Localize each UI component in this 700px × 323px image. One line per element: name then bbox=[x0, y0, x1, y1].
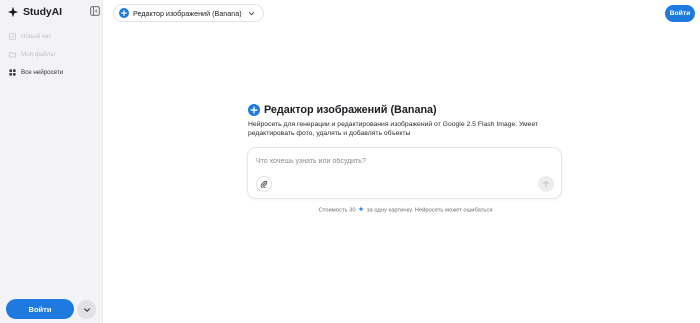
edit-icon bbox=[9, 32, 16, 40]
cost-note: Стоимость 30 за одну картинку. Нейросеть… bbox=[248, 206, 563, 214]
grid-icon bbox=[9, 68, 16, 76]
arrow-up-icon bbox=[543, 180, 549, 188]
app-name: StudyAI bbox=[23, 6, 62, 18]
page-title: Редактор изображений (Banana) bbox=[264, 104, 437, 116]
sidebar-item-label: Все нейросети bbox=[21, 68, 64, 76]
token-star-icon bbox=[358, 206, 365, 212]
sidebar-item-new-chat[interactable]: Новый чат bbox=[9, 30, 51, 42]
send-button[interactable] bbox=[538, 176, 554, 192]
chevron-down-icon bbox=[248, 11, 254, 15]
chevron-down-icon bbox=[83, 307, 90, 312]
prompt-box bbox=[247, 147, 562, 199]
cost-prefix: Стоимость 30 bbox=[318, 207, 356, 214]
paperclip-icon bbox=[260, 180, 268, 188]
sidebar-expand-button[interactable] bbox=[77, 300, 96, 319]
prompt-input[interactable] bbox=[256, 156, 546, 166]
sidebar-login-button[interactable]: Войти bbox=[6, 299, 74, 319]
sidebar-collapse-icon[interactable] bbox=[90, 6, 100, 16]
attach-button[interactable] bbox=[256, 176, 272, 192]
plus-icon bbox=[248, 104, 260, 116]
cost-suffix: за одну картинку. Нейросеть может ошибат… bbox=[366, 207, 493, 214]
sidebar-item-all-networks[interactable]: Все нейросети bbox=[9, 66, 63, 78]
sidebar-item-my-files[interactable]: Мои файлы bbox=[9, 48, 55, 60]
header-login-button[interactable]: Войти bbox=[665, 5, 695, 22]
studyai-logo-icon bbox=[7, 6, 19, 18]
sidebar: StudyAI Новый чат Мои файлы Все нейросет… bbox=[0, 0, 103, 323]
model-title-row: Редактор изображений (Banana) bbox=[248, 103, 437, 117]
folder-icon bbox=[9, 51, 16, 57]
model-selector[interactable]: Редактор изображений (Banana) bbox=[113, 4, 264, 22]
plus-icon bbox=[119, 8, 129, 18]
model-selector-label: Редактор изображений (Banana) bbox=[133, 8, 242, 18]
sidebar-item-label: Мои файлы bbox=[21, 50, 55, 58]
model-description: Нейросеть для генерации и редактирования… bbox=[248, 121, 539, 137]
app-logo[interactable]: StudyAI bbox=[7, 4, 62, 20]
sidebar-item-label: Новый чат bbox=[21, 32, 52, 40]
